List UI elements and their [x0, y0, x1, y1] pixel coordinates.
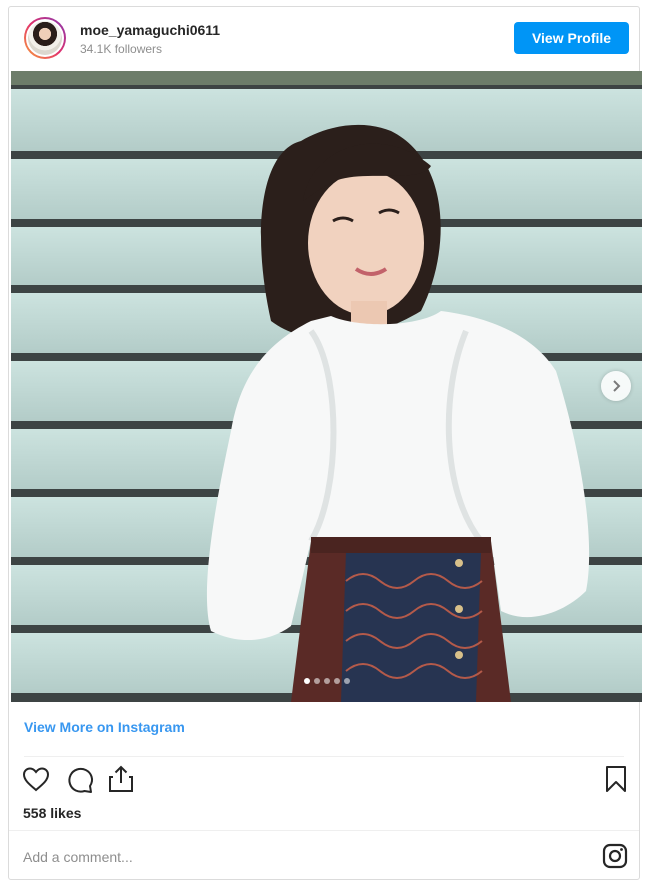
carousel-indicator: [304, 678, 350, 684]
username[interactable]: moe_yamaguchi0611: [80, 22, 220, 38]
comment-input[interactable]: Add a comment...: [23, 849, 133, 865]
post-photo[interactable]: [11, 71, 642, 702]
comment-button[interactable]: [65, 764, 95, 794]
view-profile-button[interactable]: View Profile: [514, 22, 629, 54]
avatar[interactable]: [24, 17, 66, 59]
carousel-dot: [304, 678, 310, 684]
bookmark-icon: [606, 766, 626, 792]
view-more-link[interactable]: View More on Instagram: [24, 719, 185, 735]
share-icon: [109, 765, 133, 792]
save-button[interactable]: [601, 764, 631, 794]
next-slide-button[interactable]: [601, 371, 631, 401]
divider: [9, 830, 639, 831]
instagram-embed-card: moe_yamaguchi0611 34.1K followers View P…: [8, 6, 642, 880]
carousel-dot: [334, 678, 340, 684]
share-button[interactable]: [106, 764, 136, 794]
carousel-dot: [314, 678, 320, 684]
post-header: moe_yamaguchi0611 34.1K followers View P…: [9, 7, 639, 71]
instagram-logo[interactable]: [601, 842, 631, 872]
follower-count: 34.1K followers: [80, 42, 163, 56]
carousel-dot: [324, 678, 330, 684]
carousel-dot: [344, 678, 350, 684]
photo-illustration: [11, 71, 642, 702]
instagram-icon: [602, 843, 628, 869]
like-button[interactable]: [21, 764, 51, 794]
chevron-right-icon: [613, 380, 621, 392]
divider: [24, 756, 624, 757]
comment-icon: [68, 767, 93, 793]
heart-icon: [22, 767, 50, 792]
likes-count[interactable]: 558 likes: [23, 805, 81, 821]
